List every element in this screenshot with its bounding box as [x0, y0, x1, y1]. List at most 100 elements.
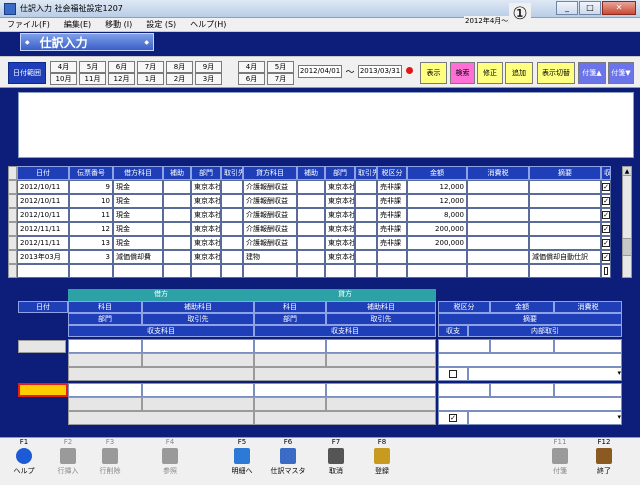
internal-select-2[interactable]: ▾ — [468, 411, 622, 425]
table-cell[interactable]: 200,000 — [407, 236, 467, 250]
table-cell[interactable] — [467, 236, 529, 250]
table-cell[interactable]: 12,000 — [407, 194, 467, 208]
month-button[interactable]: 5月 — [267, 61, 294, 73]
month-button[interactable]: 1月 — [137, 73, 164, 85]
fkey-f8[interactable]: F8 登録 — [362, 438, 402, 485]
grid-scrollbar[interactable]: ▲ — [622, 166, 632, 278]
table-cell[interactable]: 東京本社 — [325, 250, 355, 264]
credit-income-input-2[interactable] — [254, 411, 436, 425]
debit-partner-input-1[interactable] — [142, 353, 254, 367]
month-button[interactable]: 7月 — [267, 73, 294, 85]
fkey-f11[interactable]: F11 付箋 — [540, 438, 580, 485]
row-checkbox[interactable]: ✓ — [601, 236, 611, 250]
table-cell[interactable]: 介護報酬収益 — [243, 180, 297, 194]
menu-edit[interactable]: 編集(E) — [57, 19, 98, 30]
credit-partner-input-1[interactable] — [326, 353, 436, 367]
show-button[interactable]: 表示 — [420, 62, 447, 84]
table-cell[interactable]: 介護報酬収益 — [243, 222, 297, 236]
toggle-view-button[interactable]: 表示切替 — [537, 62, 575, 84]
table-cell[interactable]: 12,000 — [407, 180, 467, 194]
month-button[interactable]: 4月 — [50, 61, 77, 73]
table-cell[interactable]: 2013年03月 — [17, 250, 69, 264]
table-cell[interactable]: 2012/11/11 — [17, 236, 69, 250]
table-cell[interactable] — [113, 264, 163, 278]
table-row[interactable] — [8, 264, 622, 278]
debit-income-input-1[interactable] — [68, 367, 254, 381]
table-cell[interactable]: 売非課 — [377, 208, 407, 222]
table-cell[interactable]: 建物 — [243, 250, 297, 264]
month-button[interactable]: 3月 — [195, 73, 222, 85]
table-cell[interactable] — [69, 264, 113, 278]
table-row[interactable]: 2012/11/11 13 現金 東京本社 介護報酬収益 東京本社 売非課 200,000 ✓ — [8, 236, 622, 250]
table-cell[interactable]: 現金 — [113, 180, 163, 194]
internal-select-1[interactable]: ▾ — [468, 367, 622, 381]
table-cell[interactable] — [355, 208, 377, 222]
menu-help[interactable]: ヘルプ(H) — [183, 19, 233, 30]
table-cell[interactable] — [163, 264, 191, 278]
table-cell[interactable] — [355, 236, 377, 250]
scroll-thumb[interactable] — [623, 238, 631, 256]
table-cell[interactable] — [221, 250, 243, 264]
table-cell[interactable]: 東京本社 — [191, 222, 221, 236]
table-cell[interactable] — [297, 208, 325, 222]
fkey-f1[interactable]: F1 ヘルプ — [4, 438, 44, 485]
table-row[interactable]: 2013年03月 3 減価償却費 東京本社 建物 東京本社 減価償却自動仕訳 ✓ — [8, 250, 622, 264]
table-cell[interactable] — [297, 264, 325, 278]
month-button[interactable]: 6月 — [238, 73, 265, 85]
table-cell[interactable] — [163, 236, 191, 250]
table-row[interactable]: 2012/11/11 12 現金 東京本社 介護報酬収益 東京本社 売非課 200,000 ✓ — [8, 222, 622, 236]
row-checkbox[interactable]: ✓ — [601, 250, 611, 264]
debit-dept-input-1[interactable] — [68, 353, 142, 367]
table-row[interactable]: 2012/10/11 10 現金 東京本社 介護報酬収益 東京本社 売非課 12,000 ✓ — [8, 194, 622, 208]
date-input-1[interactable] — [18, 340, 66, 353]
table-cell[interactable]: 13 — [69, 236, 113, 250]
row-checkbox[interactable]: ✓ — [601, 222, 611, 236]
fkey-f3[interactable]: F3 行削除 — [90, 438, 130, 485]
debit-dept-input-2[interactable] — [68, 397, 142, 411]
maximize-button[interactable]: □ — [579, 1, 601, 15]
amount-input-1[interactable] — [490, 339, 554, 353]
table-cell[interactable]: 売非課 — [377, 194, 407, 208]
debit-sub-input-1[interactable] — [142, 339, 254, 353]
credit-account-input-2[interactable] — [254, 383, 326, 397]
credit-partner-input-2[interactable] — [326, 397, 436, 411]
table-cell[interactable]: 東京本社 — [325, 194, 355, 208]
table-cell[interactable] — [377, 264, 407, 278]
table-cell[interactable] — [163, 194, 191, 208]
table-cell[interactable] — [529, 236, 601, 250]
table-cell[interactable] — [297, 194, 325, 208]
month-button[interactable]: 7月 — [137, 61, 164, 73]
table-cell[interactable]: 介護報酬収益 — [243, 194, 297, 208]
row-checkbox[interactable]: ✓ — [601, 180, 611, 194]
fkey-f12[interactable]: F12 終了 — [584, 438, 624, 485]
debit-partner-input-2[interactable] — [142, 397, 254, 411]
credit-account-input-1[interactable] — [254, 339, 326, 353]
table-cell[interactable]: 8,000 — [407, 208, 467, 222]
table-cell[interactable] — [297, 222, 325, 236]
month-button[interactable]: 9月 — [195, 61, 222, 73]
table-cell[interactable] — [163, 250, 191, 264]
fkey-f5[interactable]: F5 明細へ — [222, 438, 262, 485]
tax-input-1[interactable] — [438, 339, 490, 353]
credit-sub-input-2[interactable] — [326, 383, 436, 397]
table-cell[interactable] — [377, 250, 407, 264]
table-cell[interactable] — [467, 208, 529, 222]
date-to-field[interactable]: 2013/03/31 — [358, 65, 402, 78]
table-cell[interactable]: 東京本社 — [325, 222, 355, 236]
table-cell[interactable] — [325, 264, 355, 278]
month-button[interactable]: 12月 — [108, 73, 135, 85]
table-cell[interactable] — [243, 264, 297, 278]
scroll-up-icon[interactable]: ▲ — [623, 167, 631, 176]
table-cell[interactable] — [355, 180, 377, 194]
table-cell[interactable]: 売非課 — [377, 236, 407, 250]
table-cell[interactable] — [163, 208, 191, 222]
fkey-f2[interactable]: F2 行挿入 — [48, 438, 88, 485]
credit-sub-input-1[interactable] — [326, 339, 436, 353]
summary-input-2[interactable] — [438, 397, 622, 411]
menu-settings[interactable]: 設定 (S) — [139, 19, 183, 30]
debit-account-input-1[interactable] — [68, 339, 142, 353]
memo-area[interactable] — [18, 92, 634, 158]
table-row[interactable]: 2012/10/11 11 現金 東京本社 介護報酬収益 東京本社 売非課 8,000 ✓ — [8, 208, 622, 222]
table-row[interactable]: 2012/10/11 9 現金 東京本社 介護報酬収益 東京本社 売非課 12,000 ✓ — [8, 180, 622, 194]
debit-account-input-2[interactable] — [68, 383, 142, 397]
